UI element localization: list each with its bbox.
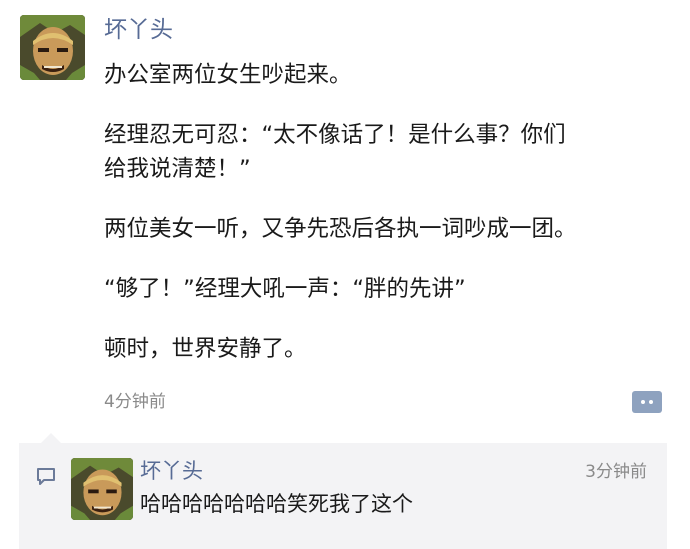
more-dots-icon xyxy=(641,400,645,404)
avatar-image xyxy=(20,15,85,80)
more-dots-icon xyxy=(649,400,653,404)
post-paragraph: 经理忍无可忍：“太不像话了！是什么事？你们 xyxy=(104,122,566,148)
moments-post: 坏丫头 办公室两位女生吵起来。 经理忍无可忍：“太不像话了！是什么事？你们 给我… xyxy=(0,0,690,549)
post-paragraph: “够了！”经理大吼一声：“胖的先讲” xyxy=(104,276,466,302)
comment-timestamp: 3分钟前 xyxy=(585,462,647,482)
post-text: 办公室两位女生吵起来。 经理忍无可忍：“太不像话了！是什么事？你们 给我说清楚！… xyxy=(104,58,674,392)
comment-author-name[interactable]: 坏丫头 xyxy=(140,456,203,486)
post-paragraph: 办公室两位女生吵起来。 xyxy=(104,62,352,88)
post-author-name[interactable]: 坏丫头 xyxy=(104,14,173,46)
comment-bubble-icon xyxy=(37,468,55,485)
more-actions-button[interactable] xyxy=(632,391,662,413)
post-timestamp: 4分钟前 xyxy=(104,392,166,412)
author-avatar[interactable] xyxy=(20,15,85,80)
post-paragraph: 两位美女一听，又争先恐后各执一词吵成一团。 xyxy=(104,216,577,242)
comment-text[interactable]: 哈哈哈哈哈哈哈笑死我了这个 xyxy=(140,489,413,519)
commenter-avatar[interactable] xyxy=(71,458,133,520)
avatar-image xyxy=(71,458,133,520)
post-paragraph: 顿时，世界安静了。 xyxy=(104,336,307,362)
post-paragraph: 给我说清楚！” xyxy=(104,156,251,182)
comments-panel: 坏丫头 3分钟前 哈哈哈哈哈哈哈笑死我了这个 xyxy=(19,433,667,549)
